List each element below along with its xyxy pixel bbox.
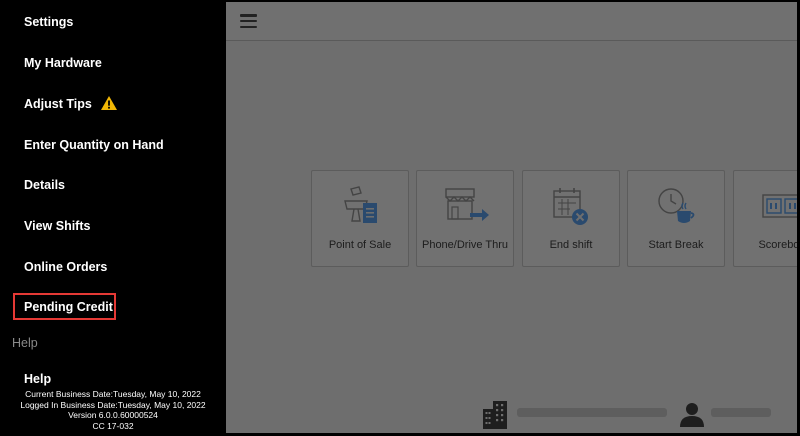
sidebar-item-adjust-tips[interactable]: Adjust Tips [24, 97, 92, 111]
building-icon [483, 401, 507, 429]
blurred-user-info [711, 408, 771, 417]
tile-label: Scoreboa [758, 239, 797, 251]
scoreboard-icon [762, 194, 797, 218]
tile-label: Point of Sale [328, 239, 392, 251]
status-bar [481, 399, 791, 429]
tile-point-of-sale[interactable]: Point of Sale [311, 170, 409, 267]
help-section-label: Help [12, 336, 38, 350]
tile-label: Start Break [648, 239, 704, 251]
tile-end-shift[interactable]: End shift [522, 170, 620, 267]
tile-phone-drive-thru[interactable]: Phone/Drive Thru [416, 170, 514, 267]
sidebar-item-view-shifts[interactable]: View Shifts [24, 219, 90, 233]
warning-icon [101, 96, 117, 110]
clock-coffee-icon [658, 188, 695, 223]
sidebar-item-my-hardware[interactable]: My Hardware [24, 56, 102, 70]
person-icon [680, 403, 704, 427]
tile-label: End shift [549, 239, 593, 251]
calendar-x-icon [553, 188, 588, 225]
footer-info: Current Business Date:Tuesday, May 10, 2… [0, 389, 226, 431]
current-business-date: Current Business Date:Tuesday, May 10, 2… [25, 389, 201, 399]
tile-start-break[interactable]: Start Break [627, 170, 725, 267]
point-of-sale-icon [344, 186, 377, 223]
version-text: Version 6.0.0.60000524 [68, 410, 158, 421]
store-arrow-icon [445, 188, 489, 221]
sidebar-item-settings[interactable]: Settings [24, 15, 73, 29]
sidebar-item-pending-credit[interactable]: Pending Credit [24, 300, 113, 314]
cc-text: CC 17-032 [92, 420, 134, 431]
sidebar-item-details[interactable]: Details [24, 178, 65, 192]
hamburger-icon[interactable] [240, 14, 257, 29]
sidebar-menu: Settings My Hardware Adjust Tips Enter Q… [0, 0, 226, 436]
top-bar [226, 2, 797, 41]
blurred-store-info [517, 408, 667, 417]
sidebar-item-enter-quantity-on-hand[interactable]: Enter Quantity on Hand [24, 138, 164, 152]
main-panel: Point of Sale Phone/Drive Thru End shift… [226, 2, 797, 433]
sidebar-item-help[interactable]: Help [24, 372, 51, 386]
logged-in-business-date: Logged In Business Date:Tuesday, May 10,… [20, 399, 206, 410]
tile-label: Phone/Drive Thru [421, 239, 508, 251]
sidebar-item-online-orders[interactable]: Online Orders [24, 260, 107, 274]
tile-scoreboard[interactable]: Scoreboa [733, 170, 797, 267]
